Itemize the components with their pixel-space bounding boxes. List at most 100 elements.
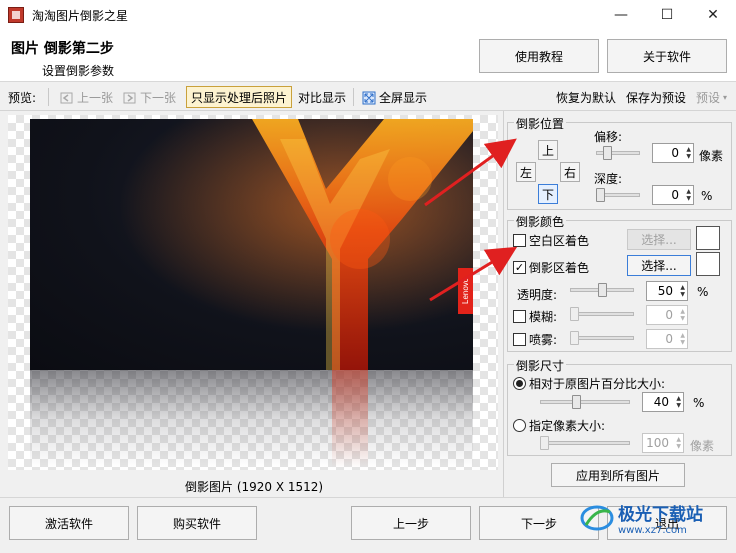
chevron-down-icon: ▾ — [723, 93, 728, 102]
minimize-button[interactable]: — — [598, 0, 644, 30]
reflection-area-checkbox[interactable]: ✓ 倒影区着色 — [513, 259, 589, 276]
next-image-icon — [123, 92, 136, 103]
compare-button[interactable]: 对比显示 — [298, 89, 346, 106]
next-image-button[interactable]: 下一张 — [123, 89, 176, 106]
flame-logo-artwork — [30, 119, 473, 370]
blank-area-color-swatch[interactable] — [696, 226, 720, 250]
apply-all-button[interactable]: 应用到所有图片 — [551, 463, 685, 487]
position-right-button[interactable]: 右 — [560, 162, 580, 182]
opacity-slider[interactable] — [570, 283, 634, 297]
window-title: 淘淘图片倒影之星 — [32, 9, 129, 23]
brand-logo: Lenovo — [458, 268, 473, 314]
fullscreen-button[interactable]: 全屏显示 — [362, 89, 427, 106]
spin-arrows-icon[interactable]: ▲ ▼ — [680, 308, 685, 322]
preview-label: 预览: — [8, 91, 37, 105]
show-processed-toggle[interactable]: 只显示处理后照片 — [186, 86, 293, 108]
watermark: 极光下载站 www.xz7.com — [580, 500, 703, 536]
prev-step-button[interactable]: 上一步 — [351, 506, 471, 540]
toolbar-divider — [48, 88, 49, 106]
offset-label: 偏移: — [594, 130, 623, 144]
preset-dropdown[interactable]: 预设 ▾ — [696, 89, 727, 106]
checkbox-icon — [513, 333, 526, 346]
blank-area-select-button[interactable]: 选择... — [627, 229, 691, 250]
offset-unit: 像素 — [699, 149, 724, 163]
checkbox-icon — [513, 234, 526, 247]
offset-spinbox[interactable]: 0 ▲ ▼ — [652, 143, 694, 163]
opacity-value: 50 — [657, 284, 673, 298]
spray-slider[interactable] — [570, 331, 634, 345]
blur-spinbox[interactable]: 0 ▲ ▼ — [646, 305, 688, 325]
watermark-text: 极光下载站 — [618, 505, 703, 525]
radio-icon — [513, 377, 526, 390]
spin-arrows-icon[interactable]: ▲ ▼ — [686, 188, 691, 202]
fullscreen-label: 全屏显示 — [379, 91, 428, 105]
depth-label: 深度: — [594, 172, 623, 186]
buy-button[interactable]: 购买软件 — [137, 506, 257, 540]
restore-default-button[interactable]: 恢复为默认 — [556, 89, 616, 106]
pixel-size-slider[interactable] — [540, 436, 630, 450]
spin-arrows-icon[interactable]: ▲ ▼ — [680, 332, 685, 346]
app-logo-icon — [8, 7, 24, 23]
preset-label: 预设 — [696, 91, 721, 105]
prev-image-icon — [60, 92, 73, 103]
relative-size-value: 40 — [653, 395, 669, 409]
position-up-button[interactable]: 上 — [538, 140, 558, 160]
reflection-area-color-swatch[interactable] — [696, 252, 720, 276]
next-image-label: 下一张 — [140, 91, 177, 105]
save-preset-button[interactable]: 保存为预设 — [626, 89, 686, 106]
relative-size-radio[interactable]: 相对于原图片百分比大小: — [513, 375, 665, 392]
spray-value: 0 — [665, 332, 673, 346]
about-button[interactable]: 关于软件 — [607, 39, 727, 73]
reflection-size-title: 倒影尺寸 — [514, 357, 567, 374]
fullscreen-icon — [362, 91, 376, 104]
opacity-label: 透明度: — [517, 288, 558, 302]
relative-size-unit: % — [693, 396, 705, 410]
pixel-size-label: 指定像素大小: — [529, 419, 606, 433]
activate-button[interactable]: 激活软件 — [9, 506, 129, 540]
depth-value: 0 — [671, 188, 679, 202]
offset-value: 0 — [671, 146, 679, 160]
relative-size-spinbox[interactable]: 40 ▲ ▼ — [642, 392, 684, 412]
maximize-button[interactable]: ☐ — [644, 0, 690, 30]
tutorial-button[interactable]: 使用教程 — [479, 39, 599, 73]
reflection-artwork — [332, 370, 368, 468]
blur-value: 0 — [665, 308, 673, 322]
opacity-spinbox[interactable]: 50 ▲ ▼ — [646, 281, 688, 301]
blur-slider[interactable] — [570, 307, 634, 321]
depth-unit: % — [701, 189, 713, 203]
reflection-area-select-button[interactable]: 选择... — [627, 255, 691, 276]
reflection-color-title: 倒影颜色 — [514, 213, 567, 230]
preview-image — [30, 119, 473, 370]
preview-caption: 倒影图片 (1920 X 1512) — [185, 480, 324, 494]
spin-arrows-icon[interactable]: ▲ ▼ — [680, 284, 685, 298]
position-down-button[interactable]: 下 — [538, 184, 558, 204]
position-left-button[interactable]: 左 — [516, 162, 536, 182]
blur-checkbox[interactable]: 模糊: — [513, 308, 557, 325]
depth-slider[interactable] — [596, 188, 640, 202]
reflection-position-title: 倒影位置 — [514, 115, 567, 132]
pixel-size-radio[interactable]: 指定像素大小: — [513, 417, 605, 434]
prev-image-button[interactable]: 上一张 — [60, 89, 113, 106]
toolbar-divider — [353, 88, 354, 106]
opacity-unit: % — [697, 285, 709, 299]
offset-slider[interactable] — [596, 146, 640, 160]
relative-size-slider[interactable] — [540, 395, 630, 409]
prev-image-label: 上一张 — [77, 91, 114, 105]
depth-spinbox[interactable]: 0 ▲ ▼ — [652, 185, 694, 205]
radio-icon — [513, 419, 526, 432]
relative-size-label: 相对于原图片百分比大小: — [529, 377, 666, 391]
spin-arrows-icon[interactable]: ▲ ▼ — [676, 436, 681, 450]
watermark-url: www.xz7.com — [618, 525, 687, 536]
spin-arrows-icon[interactable]: ▲ ▼ — [676, 395, 681, 409]
spin-arrows-icon[interactable]: ▲ ▼ — [686, 146, 691, 160]
close-button[interactable]: ✕ — [690, 0, 736, 30]
step-subtitle: 设置倒影参数 — [42, 64, 115, 78]
reflection-area-label: 倒影区着色 — [529, 261, 590, 275]
pixel-size-unit: 像素 — [690, 439, 715, 453]
blank-area-checkbox[interactable]: 空白区着色 — [513, 232, 589, 249]
spray-spinbox[interactable]: 0 ▲ ▼ — [646, 329, 688, 349]
reflection-preview — [30, 370, 473, 468]
spray-checkbox[interactable]: 喷雾: — [513, 331, 557, 348]
pixel-size-spinbox[interactable]: 100 ▲ ▼ — [642, 433, 684, 453]
radio-selected-dot — [516, 380, 523, 387]
